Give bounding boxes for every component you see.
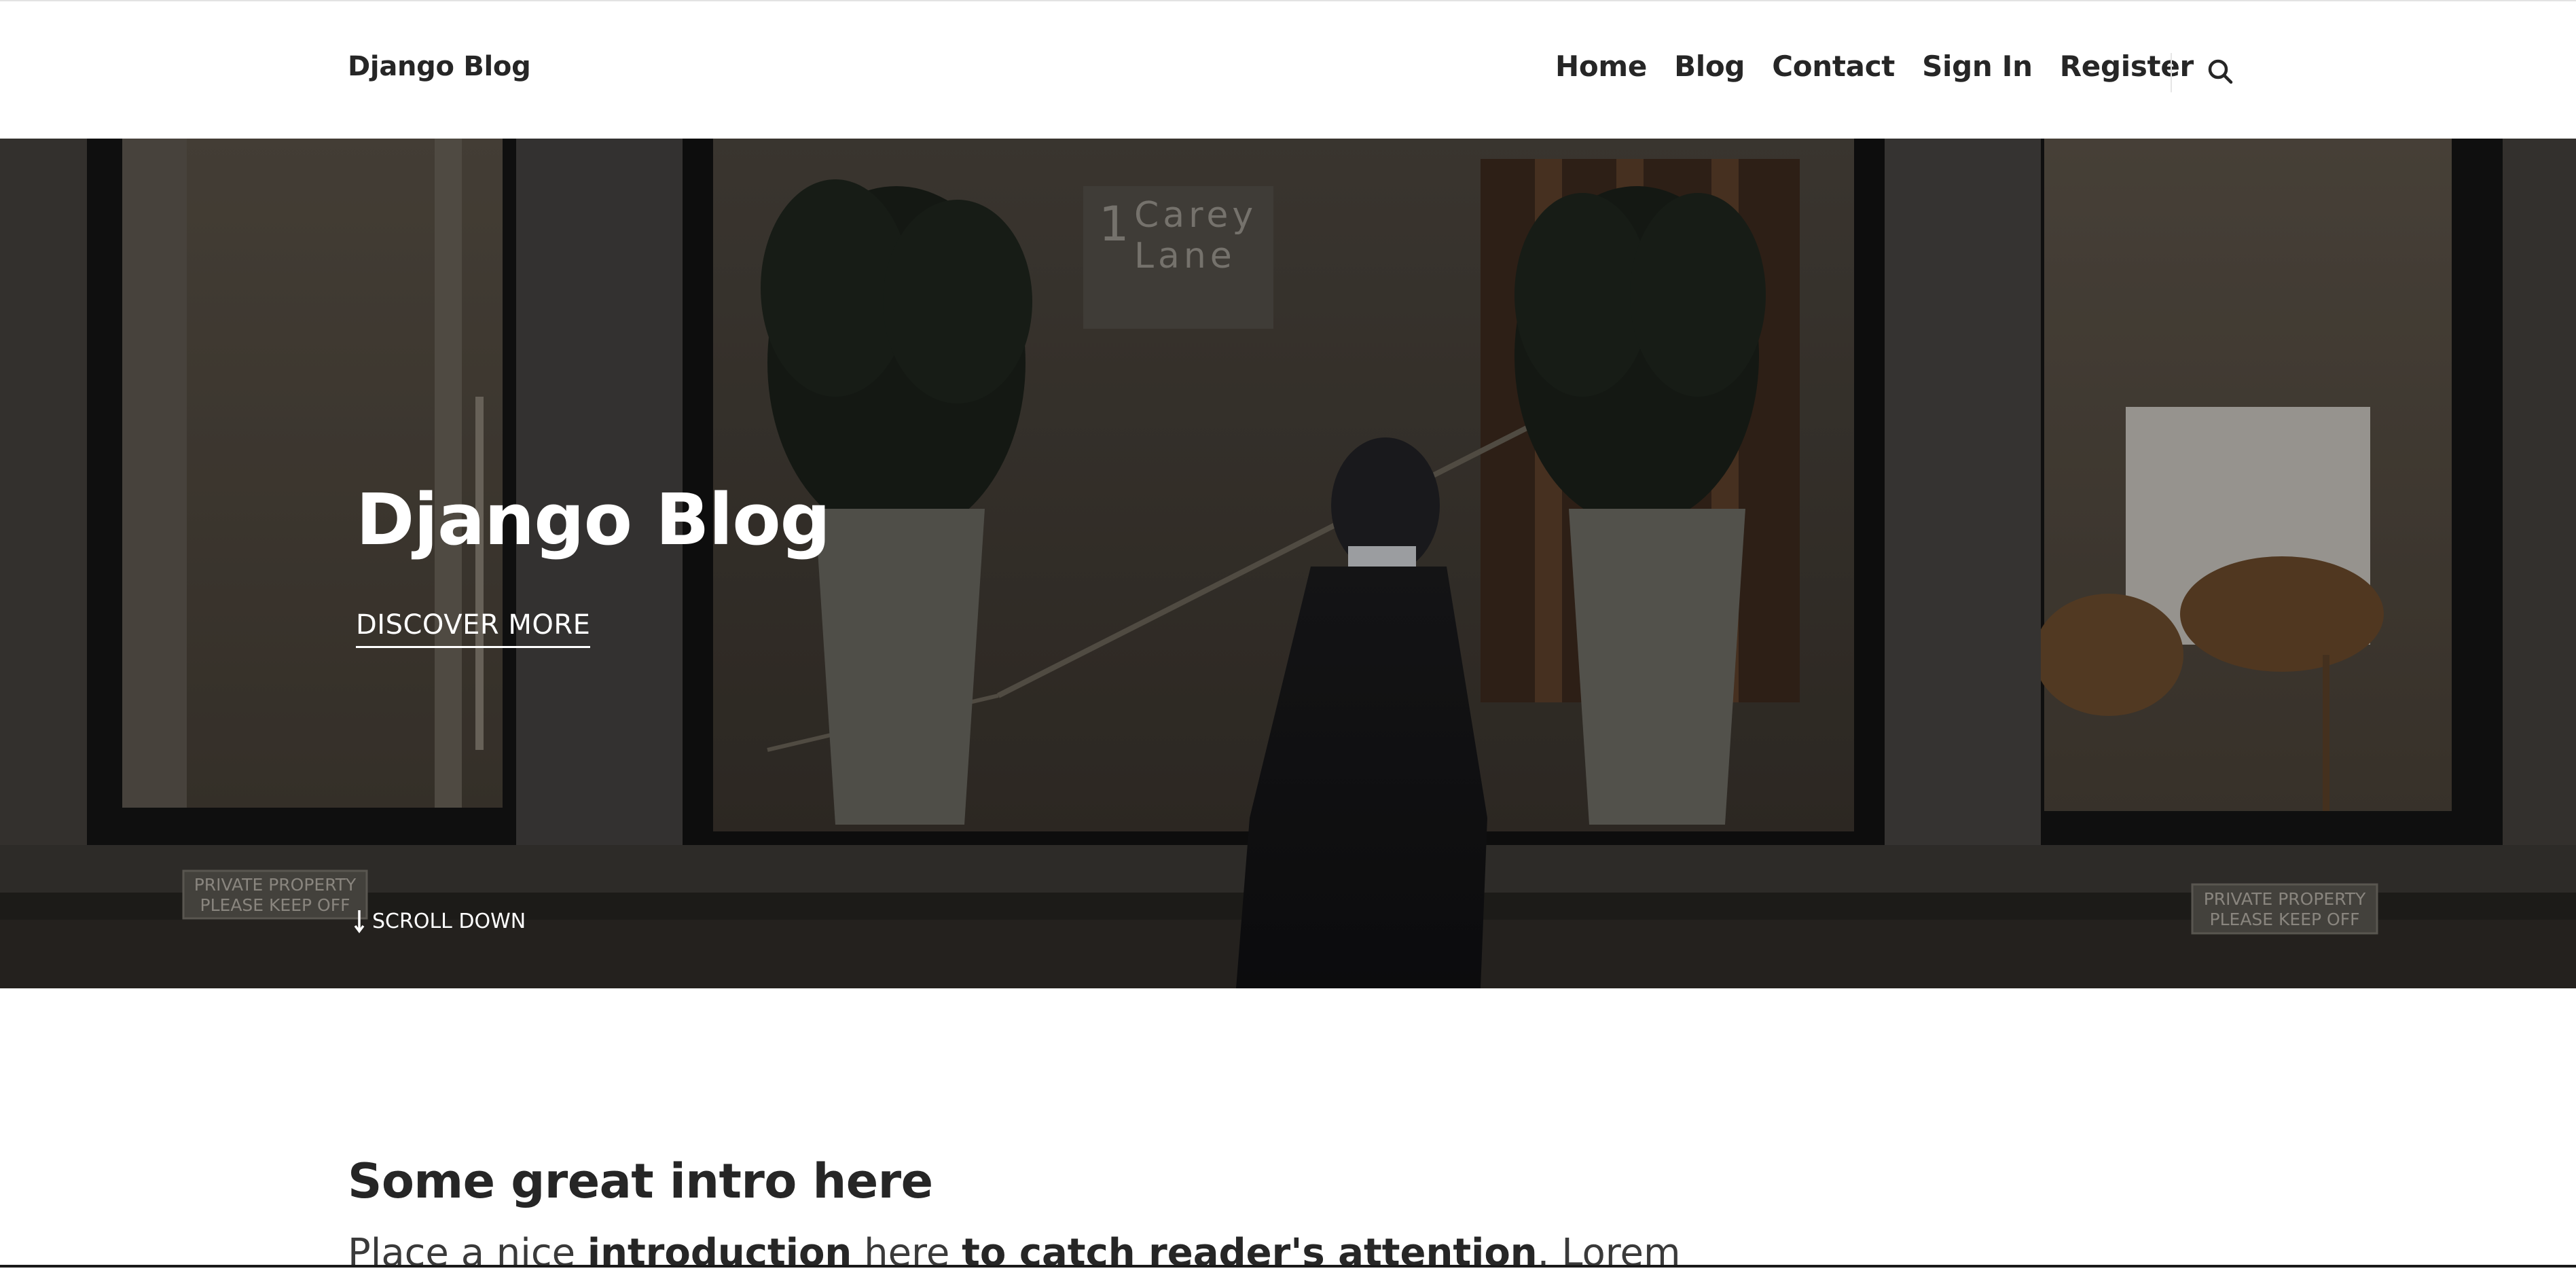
arrow-down-icon (354, 910, 365, 933)
scroll-down-label: SCROLL DOWN (372, 909, 526, 933)
site-header: Django Blog Home Blog Contact Sign In Re… (0, 0, 2576, 139)
main-nav: Home Blog Contact Sign In Register (1555, 50, 2194, 83)
nav-home[interactable]: Home (1555, 50, 1647, 83)
nav-divider (2171, 53, 2172, 92)
intro-text-part-bold: to catch reader's attention (962, 1231, 1538, 1275)
hero-section: 1 Carey Lane PRIVATE PROPERTY PLEASE KEE… (0, 139, 2576, 988)
search-icon (2208, 59, 2233, 84)
site-brand[interactable]: Django Blog (348, 51, 531, 82)
intro-text-part: Place a nice (348, 1231, 587, 1275)
search-button[interactable] (2206, 57, 2234, 86)
intro-text-part-bold: introduction (587, 1231, 852, 1275)
nav-register[interactable]: Register (2060, 50, 2194, 83)
nav-contact[interactable]: Contact (1772, 50, 1895, 83)
intro-text-part: here (852, 1231, 962, 1275)
hero-title: Django Blog (356, 478, 831, 561)
nav-blog[interactable]: Blog (1674, 50, 1745, 83)
discover-more-link[interactable]: DISCOVER MORE (356, 609, 591, 648)
scroll-down-link[interactable]: SCROLL DOWN (353, 909, 526, 933)
bottom-edge (0, 1265, 2576, 1268)
hero-background-image: 1 Carey Lane PRIVATE PROPERTY PLEASE KEE… (0, 139, 2576, 988)
intro-title: Some great intro here (348, 1153, 933, 1209)
intro-text-part: . Lorem (1537, 1231, 1681, 1275)
intro-text: Place a nice introduction here to catch … (348, 1231, 1681, 1275)
nav-sign-in[interactable]: Sign In (1922, 50, 2033, 83)
